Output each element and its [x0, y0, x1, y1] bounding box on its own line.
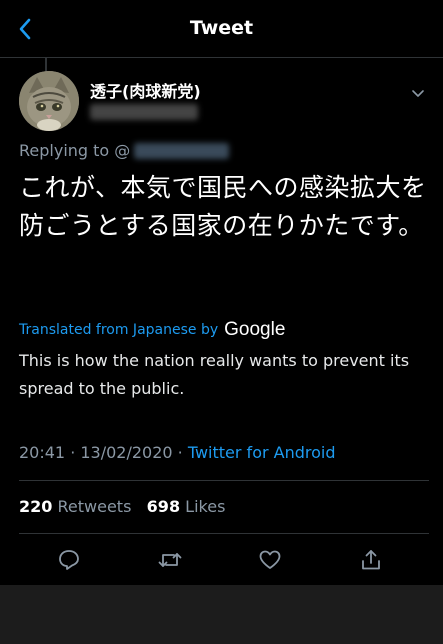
more-options-button[interactable] [409, 84, 427, 102]
share-button[interactable] [358, 547, 384, 573]
page-title: Tweet [189, 17, 254, 39]
timestamp: 20:41 · 13/02/2020 · [19, 443, 188, 462]
translated-from-label: Translated from Japanese by [19, 322, 219, 338]
top-bar: Tweet [0, 0, 443, 58]
divider [19, 533, 429, 534]
translated-text: This is how the nation really wants to p… [19, 351, 410, 398]
retweet-icon [158, 553, 182, 567]
replying-to: Replying to @ [19, 141, 230, 160]
tweet-stats: 220 Retweets 698 Likes [19, 497, 225, 516]
likes-stat[interactable]: 698 Likes [147, 497, 226, 516]
retweets-stat[interactable]: 220 Retweets [19, 497, 131, 516]
likes-label: Likes [185, 497, 226, 516]
cat-avatar-image [19, 71, 79, 131]
author-display-name[interactable]: 透子(肉球新党) [90, 78, 201, 102]
tweet-text: これが、本気で国民への感染拡大を防ごうとする国家の在りかたです。 [19, 173, 427, 240]
divider [19, 480, 429, 481]
reply-icon [59, 550, 79, 570]
tweet-metadata: 20:41 · 13/02/2020 · Twitter for Android [19, 443, 336, 462]
reply-handle-redacted[interactable] [134, 142, 230, 159]
translation-attribution: Translated from Japanese by Google [19, 319, 285, 341]
chevron-down-icon [412, 90, 424, 97]
retweet-button[interactable] [157, 547, 183, 573]
avatar[interactable] [19, 71, 79, 131]
tweet-actions [0, 535, 443, 585]
thread-connector [45, 58, 47, 71]
replying-to-label: Replying to @ [19, 141, 131, 160]
google-logo: Google [224, 319, 286, 340]
share-icon [362, 550, 380, 570]
like-button[interactable] [257, 547, 283, 573]
heart-icon [259, 550, 281, 569]
reply-button[interactable] [56, 547, 82, 573]
bottom-bar [0, 585, 443, 644]
retweets-label: Retweets [57, 497, 132, 516]
retweets-count: 220 [19, 497, 53, 516]
likes-count: 698 [146, 497, 181, 516]
tweet-source-link[interactable]: Twitter for Android [188, 443, 336, 462]
author-handle-redacted [90, 104, 198, 120]
